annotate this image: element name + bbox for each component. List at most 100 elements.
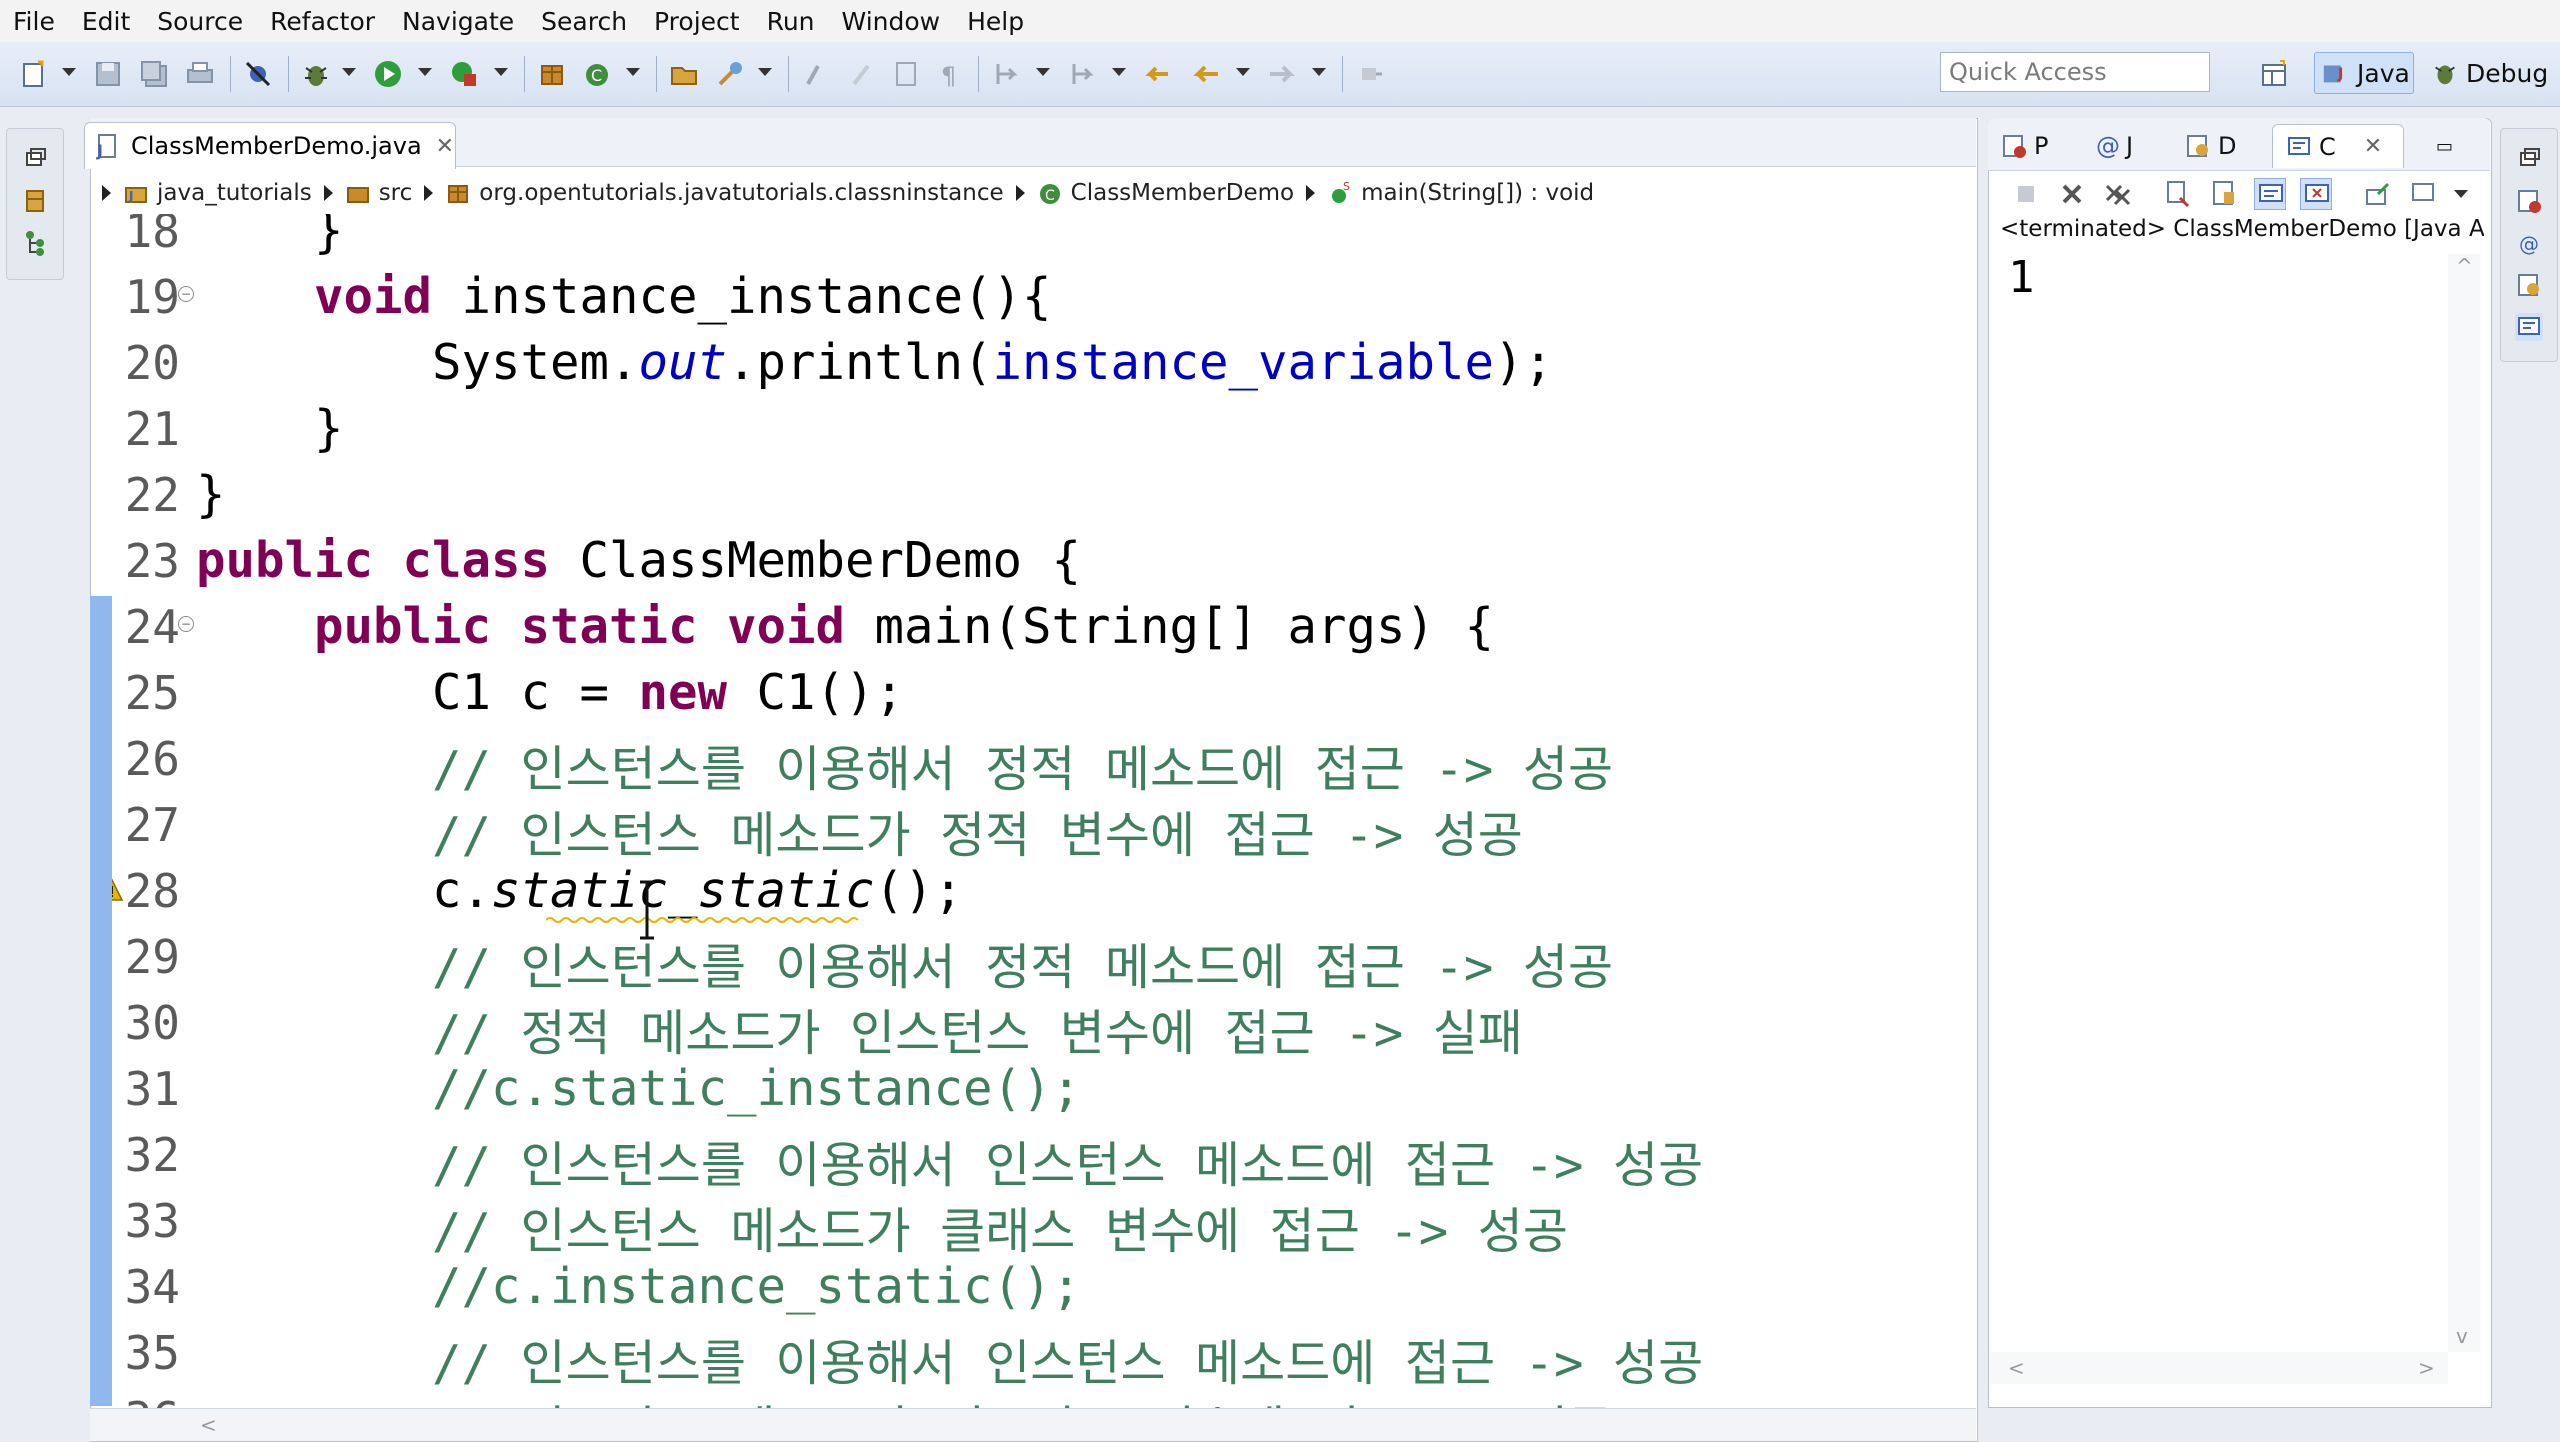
open-perspective-icon[interactable] [2258,58,2290,90]
close-icon[interactable]: ✕ [2364,134,2382,159]
tab-declaration[interactable]: D [2184,124,2236,168]
run-icon[interactable] [372,58,404,90]
menu-run[interactable]: Run [754,7,829,36]
new-java-class-icon[interactable]: C [582,58,614,90]
menu-project[interactable]: Project [641,7,754,36]
menu-source[interactable]: Source [144,7,257,36]
close-icon[interactable]: ✕ [436,134,454,159]
show-on-stderr-icon[interactable] [2300,178,2332,210]
forward-dropdown-icon[interactable] [1312,68,1326,76]
print-icon[interactable] [184,58,216,90]
back-dropdown-icon[interactable] [1236,68,1250,76]
declaration-icon[interactable] [2515,271,2543,299]
save-icon[interactable] [92,58,124,90]
chevron-right-icon[interactable] [323,185,333,201]
restore-right-icon[interactable] [2515,145,2543,173]
chevron-right-icon[interactable] [1015,185,1025,201]
menu-refactor[interactable]: Refactor [257,7,389,36]
breadcrumb-class[interactable]: ClassMemberDemo [1071,180,1294,206]
restore-icon[interactable] [21,145,49,173]
clear-console-icon[interactable] [2162,178,2194,210]
menu-window[interactable]: Window [829,7,955,36]
fold-toggle-icon[interactable]: − [178,616,194,632]
menu-help[interactable]: Help [954,7,1038,36]
search-dropdown-icon[interactable] [758,68,772,76]
javadoc-icon[interactable]: @ [2515,229,2543,257]
perspective-debug-button[interactable]: Debug [2426,52,2560,94]
chevron-right-icon[interactable] [424,185,434,201]
new-dropdown-icon[interactable] [62,68,76,76]
package-explorer-icon[interactable] [21,187,49,215]
line-number: 18 [124,214,180,258]
show-on-stdout-icon[interactable] [2254,178,2286,210]
breadcrumb-package[interactable]: org.opentutorials.javatutorials.classnin… [479,180,1003,206]
menu-search[interactable]: Search [528,7,641,36]
problems-icon[interactable] [2515,187,2543,215]
code-editor[interactable]: 18 } 19 − void instance_instance(){ 20 S… [112,214,1974,1408]
remove-all-terminated-icon[interactable] [2102,178,2134,210]
new-icon[interactable] [18,58,50,90]
new-java-class-dropdown-icon[interactable] [626,68,640,76]
pin-console-icon[interactable] [2362,178,2394,210]
toggle-mark-occurrences-icon[interactable] [800,58,832,90]
editor-horizontal-scrollbar[interactable]: < [90,1408,1976,1441]
tab-problems[interactable]: P [2000,124,2048,168]
scroll-up-icon[interactable]: ^ [2456,254,2473,278]
code-line: 26 // 인스턴스를 이용해서 정적 메소드에 접근 -> 성공 [112,726,1974,798]
back-icon[interactable] [1190,58,1222,90]
save-all-icon[interactable] [138,58,170,90]
search-icon[interactable] [714,58,746,90]
breadcrumb-project[interactable]: java_tutorials [157,180,312,206]
scroll-left-icon[interactable]: < [200,1413,217,1437]
minimize-view-icon[interactable]: ▭ [2436,124,2453,168]
display-selected-console-icon[interactable] [2408,178,2440,210]
editor-tab-classmemberdemo[interactable]: J ClassMemberDemo.java ✕ [84,122,456,169]
open-type-icon[interactable] [668,58,700,90]
remove-launch-icon[interactable] [2056,178,2088,210]
scroll-lock-icon[interactable] [2208,178,2240,210]
terminate-icon[interactable] [2010,178,2042,210]
scroll-down-icon[interactable]: v [2456,1324,2468,1348]
console-horizontal-scrollbar[interactable]: < > [1990,1352,2448,1384]
svg-text:@: @ [2519,232,2539,256]
debug-dropdown-icon[interactable] [342,68,356,76]
code-comment: //c.static_instance(); [196,1060,1082,1117]
scroll-right-icon[interactable]: > [2418,1356,2435,1380]
new-java-package-icon[interactable] [536,58,568,90]
scroll-left-icon[interactable]: < [2008,1356,2025,1380]
tab-javadoc[interactable]: @ J [2096,124,2133,168]
toggle-block-selection-icon[interactable] [846,58,878,90]
paragraph-icon[interactable]: ¶ [934,58,966,90]
chevron-right-icon[interactable] [1306,185,1316,201]
fold-toggle-icon[interactable]: − [178,286,194,302]
next-annotation-dropdown-icon[interactable] [1036,68,1050,76]
javadoc-tab-icon: @ [2096,132,2120,160]
menu-edit[interactable]: Edit [69,7,144,36]
quick-access-input[interactable]: Quick Access [1940,52,2210,92]
hierarchy-icon[interactable] [21,229,49,257]
forward-icon[interactable] [1266,58,1298,90]
last-edit-location-icon[interactable] [1142,58,1174,90]
debug-icon[interactable] [300,58,332,90]
line-number: 22 [124,468,180,522]
previous-annotation-icon[interactable] [1066,58,1098,90]
show-whitespace-icon[interactable] [890,58,922,90]
console-output[interactable]: 1 [2008,252,2035,303]
console-dropdown-icon[interactable] [2454,190,2468,198]
external-tools-dropdown-icon[interactable] [494,68,508,76]
breadcrumb-src[interactable]: src [379,180,413,206]
tab-console[interactable]: C ✕ [2272,124,2404,168]
next-annotation-icon[interactable] [990,58,1022,90]
console-trim-icon[interactable] [2515,313,2543,341]
console-vertical-scrollbar[interactable]: ^ v [2448,254,2480,1352]
pin-editor-icon[interactable] [1354,58,1386,90]
previous-annotation-dropdown-icon[interactable] [1112,68,1126,76]
breadcrumb-method[interactable]: main(String[]) : void [1361,180,1594,206]
perspective-java-button[interactable]: J Java [2314,52,2414,94]
menu-navigate[interactable]: Navigate [389,7,528,36]
run-dropdown-icon[interactable] [418,68,432,76]
chevron-right-icon[interactable] [102,185,111,201]
external-tools-icon[interactable] [448,58,480,90]
menu-file[interactable]: File [0,7,69,36]
skip-breakpoints-icon[interactable] [242,58,274,90]
